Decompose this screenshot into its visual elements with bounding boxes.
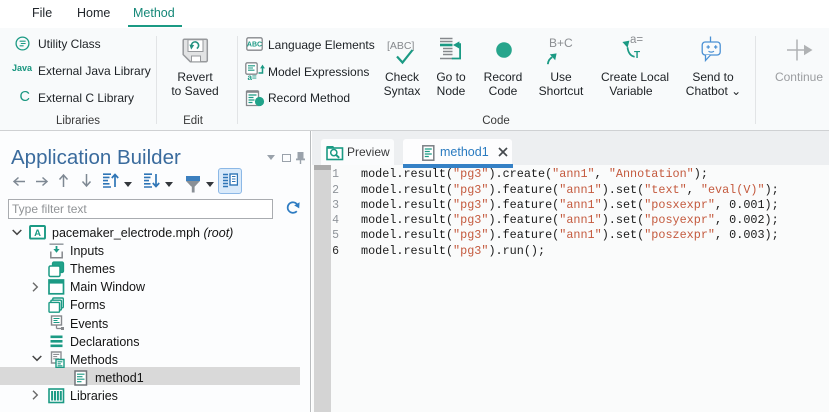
svg-text:A: A xyxy=(34,228,41,239)
svg-text:a=: a= xyxy=(248,73,257,81)
svg-text:ABC: ABC xyxy=(247,42,262,49)
svg-text:T: T xyxy=(634,50,640,59)
